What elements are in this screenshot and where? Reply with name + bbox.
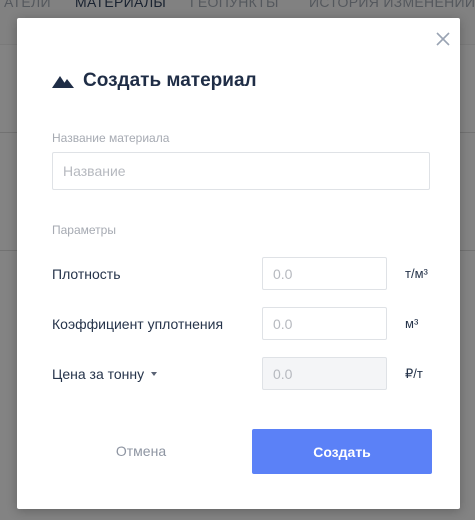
compaction-row: Коэффициент уплотнения м³: [52, 307, 442, 341]
dialog-header: Создать материал: [52, 70, 257, 92]
dialog-title: Создать материал: [83, 70, 257, 91]
density-unit: т/м³: [405, 266, 428, 281]
compaction-label-text: Коэффициент уплотнения: [52, 316, 224, 332]
close-icon[interactable]: [434, 30, 452, 48]
mountain-icon: [52, 76, 74, 88]
parameters-section-label: Параметры: [52, 223, 116, 237]
density-label: Плотность: [52, 266, 121, 282]
price-per-ton-label-text: Цена за тонну: [52, 366, 145, 382]
density-input[interactable]: [262, 257, 387, 290]
price-per-ton-unit: ₽/т: [405, 366, 423, 381]
density-row: Плотность т/м³: [52, 257, 442, 291]
price-per-ton-label[interactable]: Цена за тонну: [52, 366, 158, 382]
compaction-input[interactable]: [262, 307, 387, 340]
density-label-text: Плотность: [52, 266, 121, 282]
chevron-down-icon[interactable]: [151, 372, 158, 376]
material-name-label: Название материала: [52, 131, 170, 145]
create-button[interactable]: Создать: [252, 429, 432, 474]
cancel-button[interactable]: Отмена: [87, 428, 195, 474]
compaction-label: Коэффициент уплотнения: [52, 316, 223, 332]
material-name-input[interactable]: [52, 152, 430, 190]
price-per-ton-row: Цена за тонну ₽/т: [52, 357, 442, 391]
create-material-dialog: Создать материал Название материала Пара…: [17, 18, 460, 509]
compaction-unit: м³: [405, 316, 419, 331]
price-per-ton-input: [262, 357, 387, 390]
